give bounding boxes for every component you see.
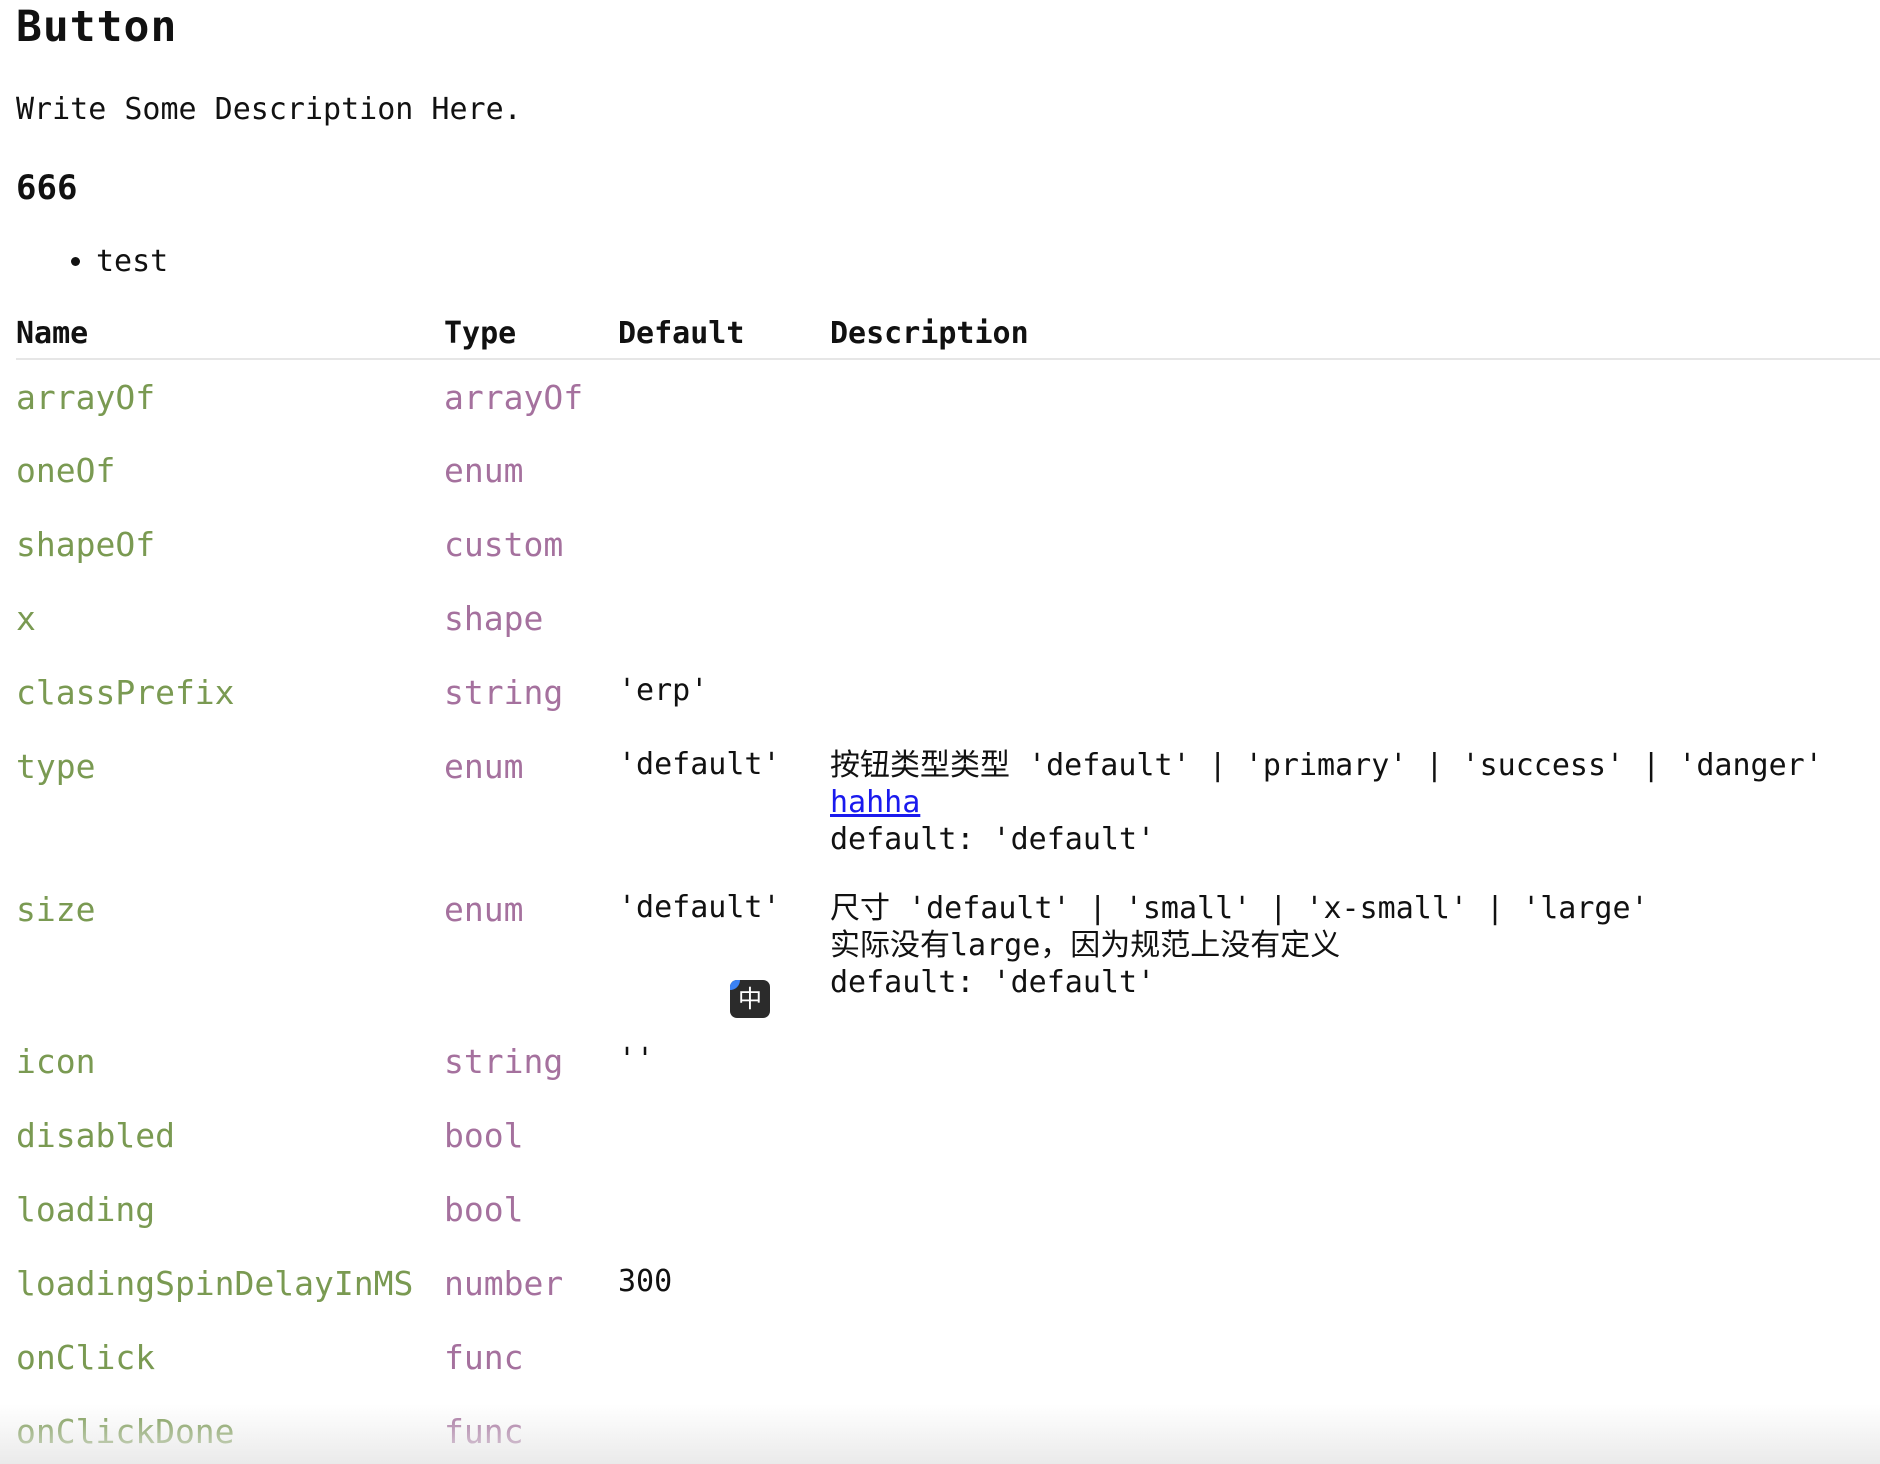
prop-name: oneOf	[16, 451, 116, 490]
prop-type: custom	[444, 525, 564, 564]
table-row: shapeOf custom	[16, 507, 1880, 581]
description-line: default: 'default'	[830, 822, 1156, 857]
prop-default	[618, 359, 830, 433]
prop-description	[830, 1172, 1880, 1246]
prop-description: 按钮类型类型 'default' | 'primary' | 'success'…	[830, 729, 1880, 872]
prop-description	[830, 433, 1880, 507]
prop-name: shapeOf	[16, 525, 156, 564]
prop-type: bool	[444, 1116, 524, 1155]
prop-default	[618, 507, 830, 581]
prop-default	[618, 581, 830, 655]
prop-type: func	[444, 1338, 524, 1377]
header-type: Type	[444, 308, 618, 360]
list-item: test	[96, 244, 168, 279]
description-line: 尺寸 'default' | 'small' | 'x-small' | 'la…	[830, 891, 1649, 926]
prop-default	[618, 1172, 830, 1246]
prop-name: size	[16, 890, 96, 929]
table-row: arrayOf arrayOf	[16, 359, 1880, 433]
prop-description	[830, 359, 1880, 433]
prop-type: number	[444, 1264, 564, 1303]
prop-type: func	[444, 1412, 524, 1451]
prop-name: type	[16, 747, 96, 786]
prop-type: enum	[444, 890, 524, 929]
prop-description	[830, 1246, 1880, 1320]
table-row: icon string ''	[16, 1024, 1880, 1098]
section-heading: 666	[16, 168, 78, 208]
table-row: disabled bool	[16, 1098, 1880, 1172]
ime-indicator-icon[interactable]: 中	[730, 980, 770, 1018]
prop-description	[830, 507, 1880, 581]
prop-name: onClickDone	[16, 1412, 235, 1451]
table-row: size enum 'default' 尺寸 'default' | 'smal…	[16, 872, 1880, 1024]
prop-name: classPrefix	[16, 673, 235, 712]
prop-default	[618, 1320, 830, 1394]
prop-type: arrayOf	[444, 378, 584, 417]
header-name: Name	[16, 308, 444, 360]
prop-default	[618, 433, 830, 507]
prop-default: 'erp'	[618, 673, 709, 708]
prop-description	[830, 1024, 1880, 1098]
prop-type: enum	[444, 451, 524, 490]
prop-name: onClick	[16, 1338, 156, 1377]
hahha-link[interactable]: hahha	[830, 785, 920, 820]
table-header-row: Name Type Default Description	[16, 308, 1880, 360]
table-row: loadingSpinDelayInMS number 300	[16, 1246, 1880, 1320]
prop-default	[618, 1098, 830, 1172]
table-row: onClick func	[16, 1320, 1880, 1394]
table-row: loading bool	[16, 1172, 1880, 1246]
bullet-list: test	[16, 244, 168, 279]
prop-default: ''	[618, 1042, 655, 1077]
table-row: classPrefix string 'erp'	[16, 655, 1880, 729]
header-default: Default	[618, 308, 830, 360]
description-line: default: 'default'	[830, 965, 1156, 1000]
prop-type: string	[444, 1042, 564, 1081]
prop-default: 'default'	[618, 747, 781, 782]
description-line: 按钮类型类型 'default' | 'primary' | 'success'…	[830, 748, 1823, 783]
prop-name: loadingSpinDelayInMS	[16, 1264, 414, 1303]
description-line: 实际没有large，因为规范上没有定义	[830, 928, 1341, 963]
prop-description	[830, 1320, 1880, 1394]
header-description: Description	[830, 308, 1880, 360]
prop-default: 300	[618, 1264, 673, 1299]
prop-default: 'default'	[618, 890, 781, 925]
prop-description	[830, 1098, 1880, 1172]
prop-type: enum	[444, 747, 524, 786]
prop-type: shape	[444, 599, 544, 638]
prop-type: string	[444, 673, 564, 712]
page-title: Button	[16, 2, 178, 52]
table-row: type enum 'default' 按钮类型类型 'default' | '…	[16, 729, 1880, 872]
prop-name: disabled	[16, 1116, 175, 1155]
table-row: x shape	[16, 581, 1880, 655]
prop-description	[830, 581, 1880, 655]
prop-description	[830, 1394, 1880, 1464]
table-row: onClickDone func	[16, 1394, 1880, 1464]
table-row: oneOf enum	[16, 433, 1880, 507]
prop-name: loading	[16, 1190, 156, 1229]
props-table: Name Type Default Description arrayOf ar…	[16, 308, 1880, 1464]
prop-name: x	[16, 599, 36, 638]
prop-default	[618, 1394, 830, 1464]
page-description: Write Some Description Here.	[16, 92, 522, 127]
prop-description: 尺寸 'default' | 'small' | 'x-small' | 'la…	[830, 872, 1880, 1024]
prop-name: arrayOf	[16, 378, 156, 417]
prop-description	[830, 655, 1880, 729]
prop-type: bool	[444, 1190, 524, 1229]
prop-name: icon	[16, 1042, 96, 1081]
